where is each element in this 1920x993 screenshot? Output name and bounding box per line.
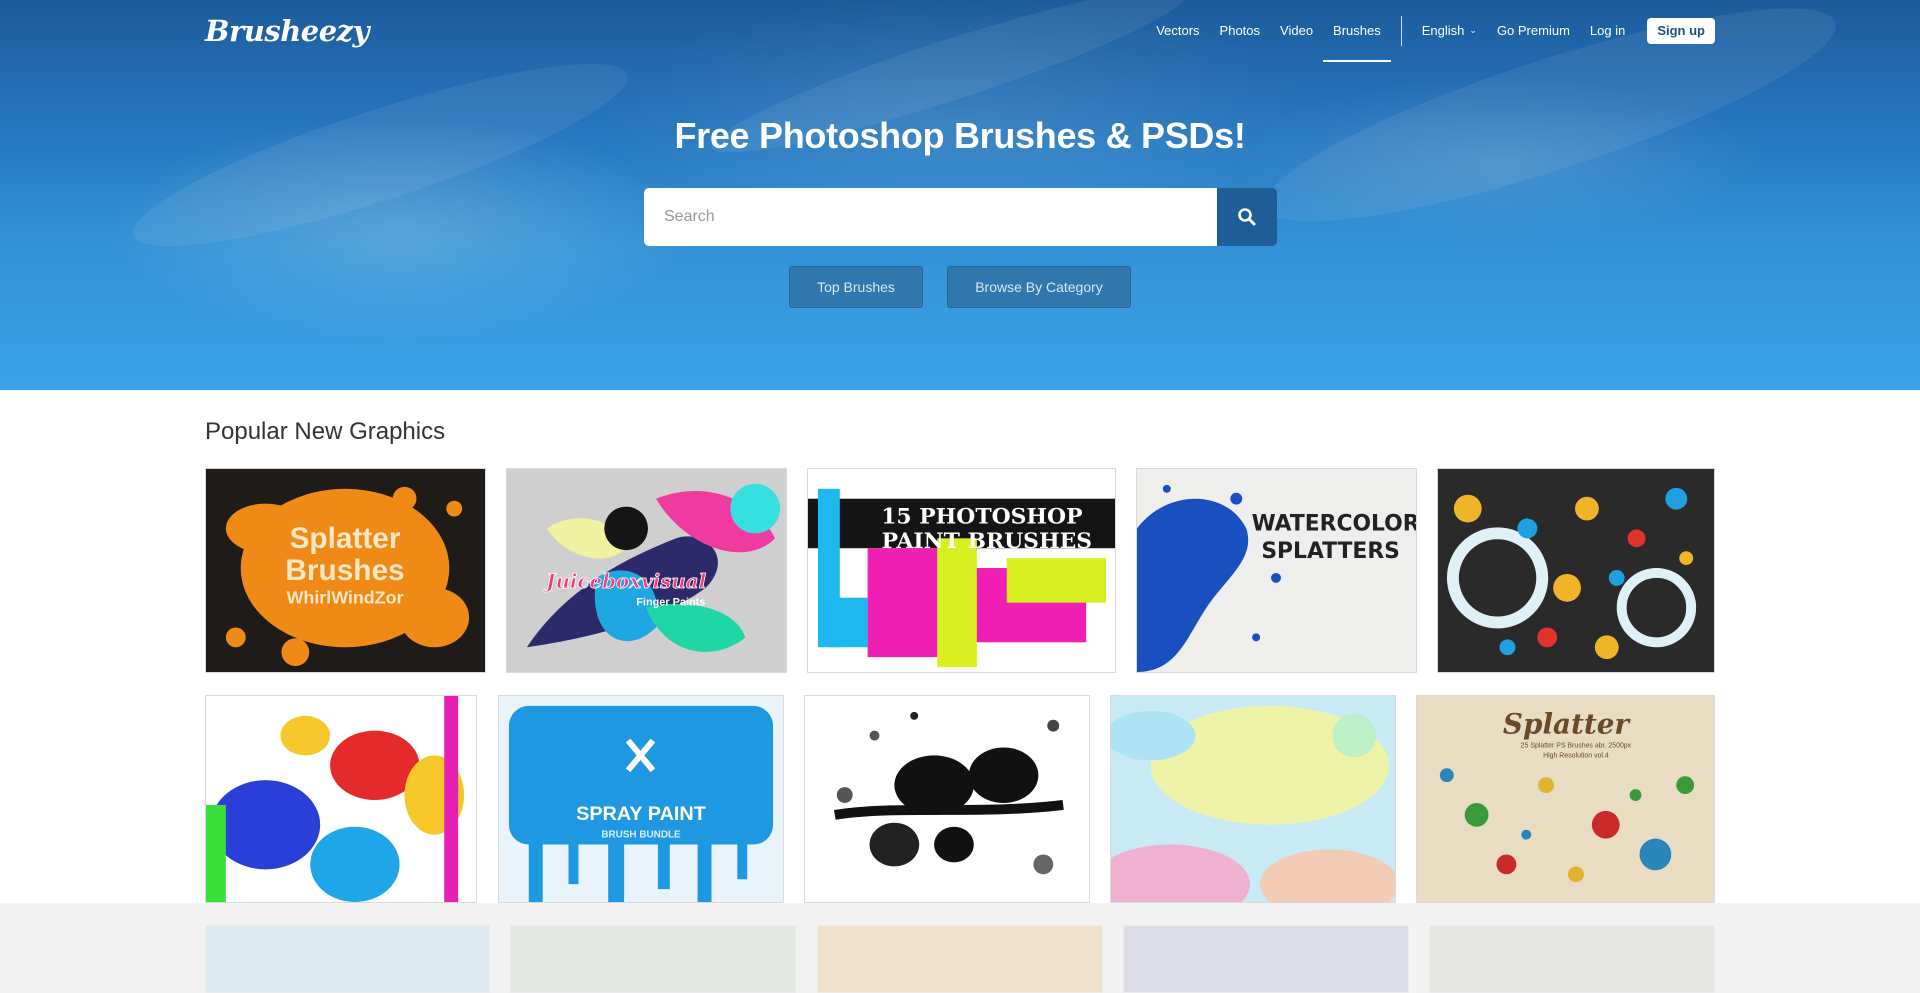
tile-text: Brushes bbox=[285, 554, 404, 587]
graphic-thumbnail[interactable] bbox=[205, 695, 477, 903]
language-selector[interactable]: English ⌄ bbox=[1422, 0, 1477, 62]
search-bar bbox=[644, 188, 1277, 246]
nav-video[interactable]: Video bbox=[1280, 0, 1313, 62]
nav-brushes[interactable]: Brushes bbox=[1323, 0, 1391, 62]
tile-text: Juiceboxvisual bbox=[542, 569, 707, 593]
graphic-thumbnail[interactable] bbox=[817, 925, 1103, 993]
hero-title: Free Photoshop Brushes & PSDs! bbox=[674, 115, 1246, 156]
tile-text: Splatter bbox=[1503, 708, 1632, 741]
hero-banner: Brusheezy Vectors Photos Video Brushes E… bbox=[0, 0, 1920, 390]
search-input[interactable] bbox=[644, 188, 1217, 246]
graphic-thumbnail[interactable] bbox=[1437, 468, 1715, 673]
tile-text: WATERCOLOR bbox=[1252, 511, 1416, 536]
splatter-vintage-image: Splatter 25 Splatter PS Brushes abr. 250… bbox=[1417, 696, 1714, 902]
graphic-thumbnail[interactable]: Splatter 25 Splatter PS Brushes abr. 250… bbox=[1416, 695, 1715, 903]
graphic-thumbnail[interactable] bbox=[1110, 695, 1396, 903]
login-link[interactable]: Log in bbox=[1590, 0, 1625, 62]
graphic-thumbnail[interactable] bbox=[804, 695, 1090, 903]
tile-text: Splatter bbox=[290, 522, 401, 555]
search-icon bbox=[1238, 208, 1256, 226]
graphic-thumbnail[interactable]: SPRAY PAINT BRUSH BUNDLE bbox=[498, 695, 784, 903]
graphic-thumbnail[interactable] bbox=[510, 925, 796, 993]
search-button[interactable] bbox=[1217, 188, 1277, 246]
ink-splatter-image bbox=[805, 696, 1089, 902]
graphic-thumbnail[interactable]: Splatter Brushes WhirlWindZor bbox=[205, 468, 486, 673]
tile-text: 25 Splatter PS Brushes abr. 2500px bbox=[1521, 743, 1632, 750]
graphic-thumbnail[interactable] bbox=[1123, 925, 1409, 993]
chevron-down-icon: ⌄ bbox=[1469, 25, 1477, 35]
graphic-thumbnail[interactable]: Juiceboxvisual Finger Paints bbox=[506, 468, 787, 673]
tile-text: High Resolution vol.4 bbox=[1543, 752, 1609, 759]
tile-text: Finger Paints bbox=[636, 597, 705, 609]
tile-text: PAINT BRUSHES bbox=[882, 529, 1092, 554]
site-logo[interactable]: Brusheezy bbox=[205, 14, 370, 48]
tile-text: SPLATTERS bbox=[1261, 539, 1400, 564]
section-title: Popular New Graphics bbox=[205, 418, 446, 445]
browse-by-category-button[interactable]: Browse By Category bbox=[947, 266, 1131, 308]
finger-paints-image: Juiceboxvisual Finger Paints bbox=[507, 469, 786, 672]
splatter-brushes-image: Splatter Brushes WhirlWindZor bbox=[206, 469, 485, 672]
go-premium-link[interactable]: Go Premium bbox=[1497, 0, 1570, 62]
graphic-thumbnail[interactable] bbox=[1429, 925, 1715, 993]
nav-divider bbox=[1400, 16, 1402, 46]
paint-brushes-image: 15 PHOTOSHOP PAINT BRUSHES bbox=[808, 469, 1115, 672]
spray-paint-image: SPRAY PAINT BRUSH BUNDLE bbox=[499, 696, 783, 902]
paint-blobs-image bbox=[206, 696, 476, 902]
graphic-thumbnail[interactable]: WATERCOLOR SPLATTERS bbox=[1136, 468, 1417, 673]
colorful-splatter-image bbox=[1438, 469, 1714, 672]
graphic-thumbnail[interactable]: 15 PHOTOSHOP PAINT BRUSHES bbox=[807, 468, 1116, 673]
tile-text: WhirlWindZor bbox=[287, 588, 404, 608]
tile-text: SPRAY PAINT bbox=[576, 803, 706, 825]
language-label: English bbox=[1421, 23, 1465, 38]
signup-button[interactable]: Sign up bbox=[1647, 18, 1715, 44]
watercolor-wash-image bbox=[1111, 696, 1395, 902]
main-nav: Vectors Photos Video Brushes English ⌄ G… bbox=[1136, 0, 1715, 62]
tile-text: 15 PHOTOSHOP bbox=[881, 504, 1082, 529]
nav-photos[interactable]: Photos bbox=[1220, 0, 1260, 62]
watercolor-splatters-image: WATERCOLOR SPLATTERS bbox=[1137, 469, 1416, 672]
graphic-thumbnail[interactable] bbox=[205, 925, 490, 993]
top-navbar: Brusheezy Vectors Photos Video Brushes E… bbox=[205, 0, 1715, 62]
top-brushes-button[interactable]: Top Brushes bbox=[789, 266, 923, 308]
nav-vectors[interactable]: Vectors bbox=[1156, 0, 1199, 62]
tile-text: BRUSH BUNDLE bbox=[601, 830, 681, 841]
